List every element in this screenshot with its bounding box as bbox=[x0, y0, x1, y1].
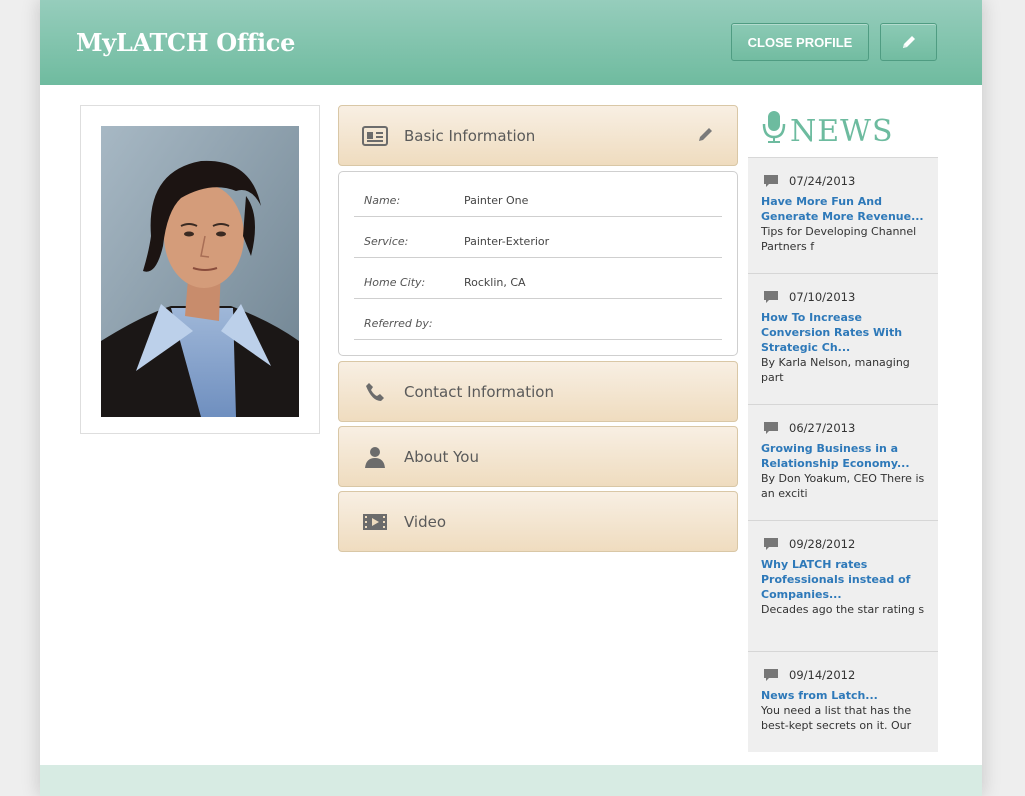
contact-information-label: Contact Information bbox=[404, 382, 554, 401]
news-date-row: 07/10/2013 bbox=[763, 290, 855, 304]
news-snippet: Tips for Developing Channel Partners f bbox=[761, 225, 917, 253]
basic-information-header[interactable]: Basic Information bbox=[338, 105, 738, 166]
film-icon bbox=[361, 510, 389, 534]
info-value: Painter One bbox=[464, 194, 529, 207]
news-date-row: 07/24/2013 bbox=[763, 174, 855, 188]
news-item[interactable]: 07/24/2013 Have More Fun And Generate Mo… bbox=[748, 158, 938, 274]
edit-profile-button[interactable] bbox=[880, 23, 937, 61]
contact-information-header[interactable]: Contact Information bbox=[338, 361, 738, 422]
news-date: 07/24/2013 bbox=[789, 174, 856, 188]
footer-bar bbox=[40, 765, 982, 796]
app-title: MyLATCH Office bbox=[76, 28, 296, 57]
news-title-link[interactable]: News from Latch... bbox=[761, 689, 878, 702]
news-title-link[interactable]: Why LATCH rates Professionals instead of… bbox=[761, 558, 910, 601]
comment-icon bbox=[764, 175, 778, 187]
news-date: 09/28/2012 bbox=[789, 537, 856, 551]
news-date: 09/14/2012 bbox=[789, 668, 856, 682]
news-heading: NEWS bbox=[762, 108, 942, 156]
close-profile-button[interactable]: CLOSE PROFILE bbox=[731, 23, 869, 61]
news-item[interactable]: 06/27/2013 Growing Business in a Relatio… bbox=[748, 405, 938, 521]
comment-icon bbox=[764, 669, 778, 681]
info-label: Home City: bbox=[364, 276, 426, 289]
app-header: MyLATCH Office CLOSE PROFILE bbox=[40, 0, 982, 85]
comment-icon bbox=[764, 538, 778, 550]
news-link[interactable]: Have More Fun And Generate More Revenue.… bbox=[761, 194, 931, 254]
news-title: NEWS bbox=[790, 114, 894, 149]
info-label: Referred by: bbox=[364, 317, 433, 330]
info-label: Service: bbox=[364, 235, 409, 248]
news-item[interactable]: 09/28/2012 Why LATCH rates Professionals… bbox=[748, 521, 938, 652]
news-snippet: By Don Yoakum, CEO There is an exciti bbox=[761, 472, 925, 500]
profile-photo-frame bbox=[80, 105, 320, 434]
news-snippet: You need a list that has the best-kept s… bbox=[761, 704, 912, 732]
about-you-header[interactable]: About You bbox=[338, 426, 738, 487]
info-row-service: Service: Painter-Exterior bbox=[354, 217, 722, 258]
basic-information-panel: Name: Painter One Service: Painter-Exter… bbox=[338, 171, 738, 356]
pencil-icon[interactable] bbox=[697, 125, 715, 147]
page: MyLATCH Office CLOSE PROFILE Basic Infor… bbox=[40, 0, 982, 796]
news-date-row: 06/27/2013 bbox=[763, 421, 855, 435]
person-icon bbox=[361, 445, 389, 469]
basic-information-label: Basic Information bbox=[404, 126, 536, 145]
news-date: 07/10/2013 bbox=[789, 290, 856, 304]
news-title-link[interactable]: How To Increase Conversion Rates With St… bbox=[761, 311, 902, 354]
info-row-referred-by: Referred by: bbox=[354, 299, 722, 340]
info-row-home-city: Home City: Rocklin, CA bbox=[354, 258, 722, 299]
microphone-icon bbox=[762, 111, 786, 143]
news-link[interactable]: Growing Business in a Relationship Econo… bbox=[761, 441, 931, 501]
video-label: Video bbox=[404, 512, 447, 531]
news-date-row: 09/28/2012 bbox=[763, 537, 855, 551]
news-date: 06/27/2013 bbox=[789, 421, 856, 435]
profile-photo[interactable] bbox=[101, 126, 299, 417]
phone-icon bbox=[361, 380, 389, 404]
news-list: 07/24/2013 Have More Fun And Generate Mo… bbox=[748, 157, 938, 752]
info-row-name: Name: Painter One bbox=[354, 176, 722, 217]
id-card-icon bbox=[361, 124, 389, 148]
news-title-link[interactable]: Growing Business in a Relationship Econo… bbox=[761, 442, 910, 470]
news-item[interactable]: 09/14/2012 News from Latch... You need a… bbox=[748, 652, 938, 752]
comment-icon bbox=[764, 422, 778, 434]
news-title-link[interactable]: Have More Fun And Generate More Revenue.… bbox=[761, 195, 924, 223]
comment-icon bbox=[764, 291, 778, 303]
news-link[interactable]: How To Increase Conversion Rates With St… bbox=[761, 310, 931, 385]
news-snippet: Decades ago the star rating s bbox=[761, 603, 925, 616]
info-value: Rocklin, CA bbox=[464, 276, 526, 289]
pencil-icon bbox=[902, 36, 915, 48]
news-link[interactable]: Why LATCH rates Professionals instead of… bbox=[761, 557, 931, 617]
news-link[interactable]: News from Latch... You need a list that … bbox=[761, 688, 931, 733]
video-header[interactable]: Video bbox=[338, 491, 738, 552]
news-date-row: 09/14/2012 bbox=[763, 668, 855, 682]
news-item[interactable]: 07/10/2013 How To Increase Conversion Ra… bbox=[748, 274, 938, 405]
info-label: Name: bbox=[364, 194, 401, 207]
info-value: Painter-Exterior bbox=[464, 235, 550, 248]
news-snippet: By Karla Nelson, managing part bbox=[761, 356, 910, 384]
about-you-label: About You bbox=[404, 447, 479, 466]
